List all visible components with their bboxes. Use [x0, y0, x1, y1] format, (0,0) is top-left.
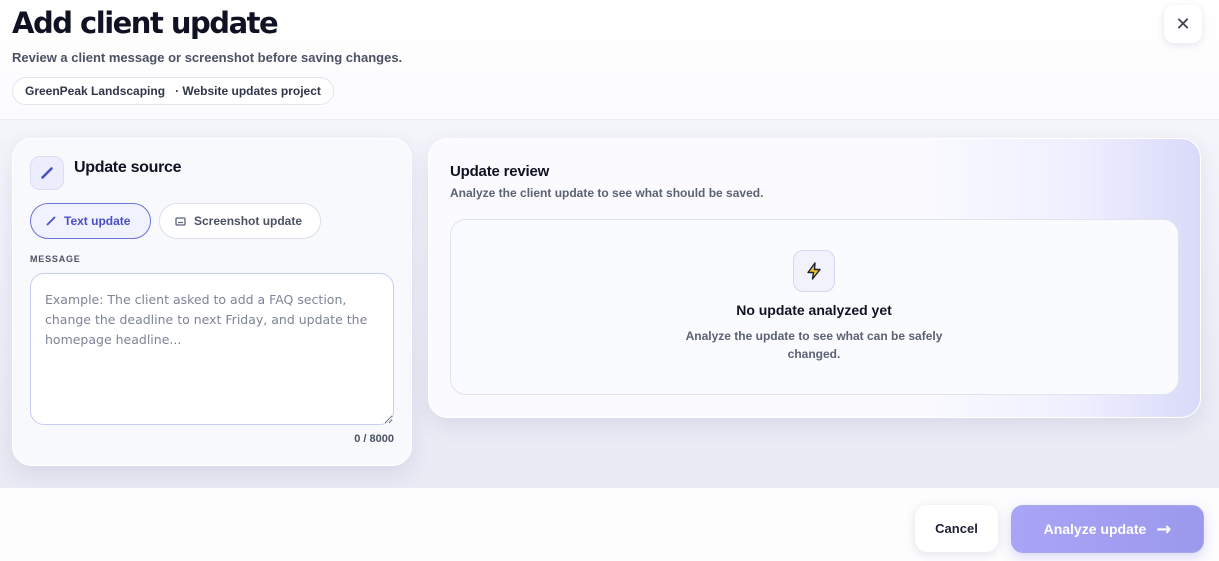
update-review-subtitle: Analyze the client update to see what sh… — [450, 186, 764, 200]
analyze-label: Analyze update — [1043, 521, 1147, 537]
empty-state-title: No update analyzed yet — [736, 302, 892, 318]
update-source-title: Update source — [74, 159, 182, 176]
character-counter: 0 / 8000 — [354, 433, 394, 445]
close-icon: ✕ — [1175, 13, 1191, 34]
client-project-pill: GreenPeak Landscaping · Website updates … — [12, 77, 334, 105]
tab-screenshot-update[interactable]: Screenshot update — [159, 203, 321, 239]
tab-label: Text update — [64, 214, 131, 228]
message-input[interactable] — [30, 273, 394, 425]
pencil-icon — [30, 156, 64, 190]
tab-text-update[interactable]: Text update — [30, 203, 151, 239]
client-name: GreenPeak Landscaping — [25, 84, 166, 98]
image-icon — [175, 216, 186, 226]
lightning-icon — [793, 250, 835, 292]
page-subtitle: Review a client message or screenshot be… — [12, 50, 403, 65]
message-label: MESSAGE — [30, 254, 81, 264]
arrow-right-icon: → — [1156, 518, 1172, 540]
tab-label: Screenshot update — [194, 214, 303, 228]
analyze-update-button[interactable]: Analyze update → — [1011, 505, 1204, 553]
project-name: · Website updates project — [175, 84, 321, 98]
page-title: Add client update — [12, 6, 279, 40]
pencil-icon — [46, 216, 56, 226]
update-review-title: Update review — [450, 163, 550, 180]
empty-state-description: Analyze the update to see what can be sa… — [685, 329, 943, 361]
close-button[interactable]: ✕ — [1164, 5, 1202, 43]
cancel-button[interactable]: Cancel — [915, 505, 998, 552]
